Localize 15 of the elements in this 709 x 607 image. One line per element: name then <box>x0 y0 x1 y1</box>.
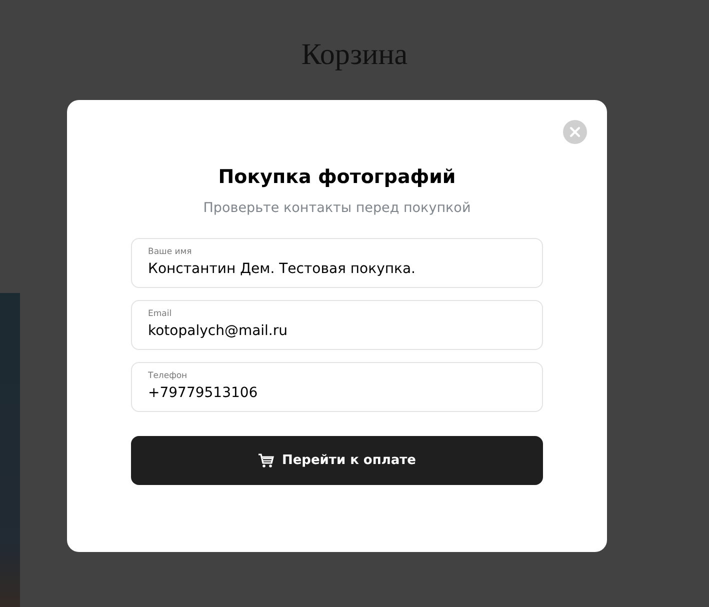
close-icon <box>570 127 580 137</box>
text-input[interactable]: +79779513106 <box>148 382 526 404</box>
field-label: Email <box>148 309 173 320</box>
modal-title: Покупка фотографий <box>218 166 456 188</box>
text-input[interactable]: kotopalych@mail.ru <box>148 320 526 342</box>
field-label: Телефон <box>148 371 188 382</box>
text-input[interactable]: Константин Дем. Тестовая покупка. <box>148 258 526 280</box>
field-label: Ваше имя <box>148 247 193 258</box>
input-field[interactable]: Телефон +79779513106 <box>131 362 543 412</box>
checkout-button[interactable]: Перейти к оплате <box>131 436 543 485</box>
input-field[interactable]: Ваше имя Константин Дем. Тестовая покупка. <box>131 238 543 288</box>
input-field[interactable]: Email kotopalych@mail.ru <box>131 300 543 350</box>
cart-icon <box>258 453 274 468</box>
close-button[interactable] <box>563 120 587 144</box>
modal-subtitle: Проверьте контакты перед покупкой <box>203 200 471 216</box>
